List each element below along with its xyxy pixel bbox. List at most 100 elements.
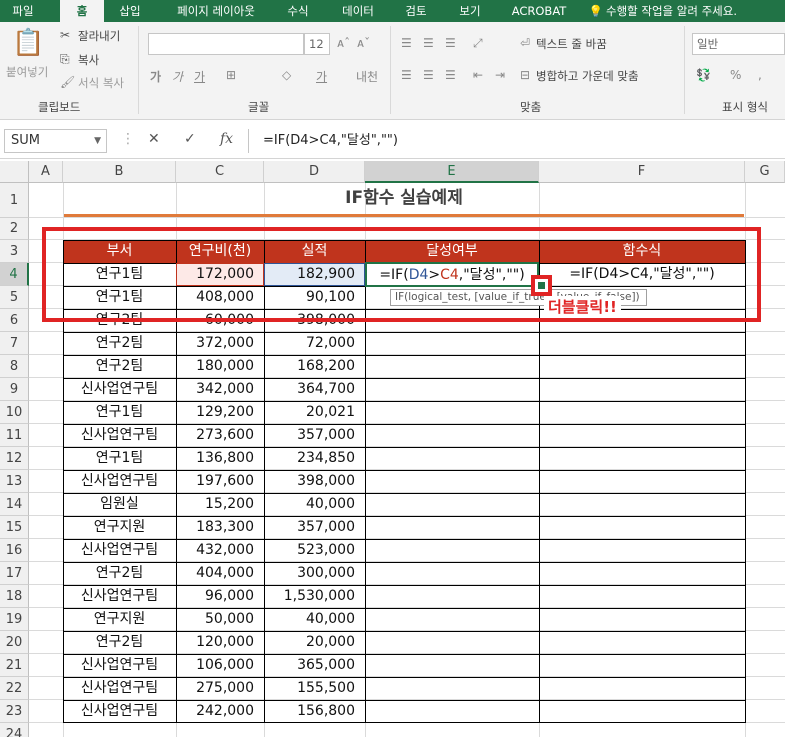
underline-icon[interactable]: 가 xyxy=(194,68,205,85)
column-header-f[interactable]: F xyxy=(539,161,745,183)
column-header-g[interactable]: G xyxy=(745,161,785,183)
cell-performance[interactable]: 40,000 xyxy=(264,493,365,515)
cell-achievement[interactable] xyxy=(365,700,539,722)
align-bottom-icon[interactable]: ☰ xyxy=(445,36,456,50)
cell-achievement[interactable] xyxy=(365,493,539,515)
cell-performance[interactable]: 40,000 xyxy=(264,608,365,630)
italic-icon[interactable]: 가 xyxy=(172,68,183,85)
align-top-icon[interactable]: ☰ xyxy=(401,36,412,50)
cell-performance[interactable]: 168,200 xyxy=(264,355,365,377)
fill-color-icon[interactable]: ◇ xyxy=(282,68,291,82)
cell-performance[interactable]: 155,500 xyxy=(264,677,365,699)
cell-performance[interactable]: 156,800 xyxy=(264,700,365,722)
orientation-icon[interactable]: ⤢ xyxy=(473,36,483,51)
cell-research-budget[interactable]: 342,000 xyxy=(176,378,264,400)
cell-performance[interactable]: 300,000 xyxy=(264,562,365,584)
cell-function[interactable] xyxy=(539,539,745,561)
cell-function[interactable] xyxy=(539,424,745,446)
cell-function[interactable] xyxy=(539,332,745,354)
cell-function[interactable] xyxy=(539,608,745,630)
cell-achievement[interactable] xyxy=(365,631,539,653)
column-header-a[interactable]: A xyxy=(29,161,63,183)
cell-achievement[interactable] xyxy=(365,332,539,354)
row-header-24[interactable]: 24 xyxy=(0,723,29,737)
cell-department[interactable]: 신사업연구팀 xyxy=(63,654,176,676)
cell-department[interactable]: 신사업연구팀 xyxy=(63,539,176,561)
cell-performance[interactable]: 398,000 xyxy=(264,470,365,492)
cell-department[interactable]: 신사업연구팀 xyxy=(63,585,176,607)
row-header-3[interactable]: 3 xyxy=(0,240,29,263)
cell-department[interactable]: 연구2팀 xyxy=(63,355,176,377)
cell-research-budget[interactable]: 242,000 xyxy=(176,700,264,722)
cell-achievement[interactable] xyxy=(365,608,539,630)
cell-function[interactable] xyxy=(539,493,745,515)
row-header-18[interactable]: 18 xyxy=(0,585,29,608)
cell-performance[interactable]: 20,000 xyxy=(264,631,365,653)
row-header-9[interactable]: 9 xyxy=(0,378,29,401)
cell-research-budget[interactable]: 273,600 xyxy=(176,424,264,446)
cell-department[interactable]: 연구2팀 xyxy=(63,332,176,354)
cell-department[interactable]: 연구지원 xyxy=(63,608,176,630)
cell-achievement[interactable] xyxy=(365,654,539,676)
merge-center-button[interactable]: 병합하고 가운데 맞춤 xyxy=(536,68,639,84)
cell-performance[interactable]: 364,700 xyxy=(264,378,365,400)
cell-function[interactable] xyxy=(539,378,745,400)
cell-performance[interactable]: 72,000 xyxy=(264,332,365,354)
cell-achievement[interactable] xyxy=(365,539,539,561)
column-header-c[interactable]: C xyxy=(176,161,264,183)
tab-acrobat[interactable]: ACROBAT xyxy=(506,0,572,22)
cell-achievement[interactable] xyxy=(365,401,539,423)
align-right-icon[interactable]: ☰ xyxy=(445,68,456,82)
cell-function[interactable] xyxy=(539,562,745,584)
row-header-6[interactable]: 6 xyxy=(0,309,29,332)
enter-icon[interactable]: ✓ xyxy=(184,131,196,147)
row-header-16[interactable]: 16 xyxy=(0,539,29,562)
cell-performance[interactable]: 357,000 xyxy=(264,424,365,446)
cell-research-budget[interactable]: 180,000 xyxy=(176,355,264,377)
grow-font-icon[interactable]: ᴀˆ xyxy=(337,36,350,50)
cell-research-budget[interactable]: 372,000 xyxy=(176,332,264,354)
wrap-text-button[interactable]: 텍스트 줄 바꿈 xyxy=(536,36,607,52)
row-header-19[interactable]: 19 xyxy=(0,608,29,631)
align-left-icon[interactable]: ☰ xyxy=(401,68,412,82)
row-header-20[interactable]: 20 xyxy=(0,631,29,654)
cell-research-budget[interactable]: 106,000 xyxy=(176,654,264,676)
row-header-4[interactable]: 4 xyxy=(0,263,29,286)
cell-function[interactable] xyxy=(539,654,745,676)
cell-research-budget[interactable]: 136,800 xyxy=(176,447,264,469)
cell-function[interactable] xyxy=(539,470,745,492)
row-header-8[interactable]: 8 xyxy=(0,355,29,378)
copy-button[interactable]: 복사 xyxy=(78,52,99,68)
tab-view[interactable]: 보기 xyxy=(452,0,488,22)
cell-research-budget[interactable]: 197,600 xyxy=(176,470,264,492)
cell-research-budget[interactable]: 50,000 xyxy=(176,608,264,630)
cell-department[interactable]: 연구2팀 xyxy=(63,562,176,584)
row-header-5[interactable]: 5 xyxy=(0,286,29,309)
name-box[interactable]: SUM ▼ xyxy=(4,129,107,153)
decrease-indent-icon[interactable]: ⇤ xyxy=(473,68,483,82)
chevron-down-icon[interactable]: ▼ xyxy=(94,130,101,152)
column-header-d[interactable]: D xyxy=(264,161,365,183)
cell-department[interactable]: 연구1팀 xyxy=(63,447,176,469)
cell-function[interactable] xyxy=(539,401,745,423)
cell-research-budget[interactable]: 183,300 xyxy=(176,516,264,538)
select-all-corner[interactable] xyxy=(0,161,29,183)
cell-achievement[interactable] xyxy=(365,677,539,699)
cell-achievement[interactable] xyxy=(365,562,539,584)
cell-department[interactable]: 연구지원 xyxy=(63,516,176,538)
cell-department[interactable]: 신사업연구팀 xyxy=(63,378,176,400)
bold-icon[interactable]: 가 xyxy=(150,68,161,85)
worksheet-grid[interactable]: A B C D E F G 1 2 3 4 5 6 7 8 9 10 11 12 13 14 15 16 17 1… xyxy=(0,161,785,737)
cell-department[interactable]: 연구2팀 xyxy=(63,631,176,653)
number-format-dropdown[interactable]: 일반 xyxy=(692,33,785,55)
align-center-icon[interactable]: ☰ xyxy=(423,68,434,82)
row-header-13[interactable]: 13 xyxy=(0,470,29,493)
tab-review[interactable]: 검토 xyxy=(398,0,434,22)
tab-home[interactable]: 홈 xyxy=(60,0,104,22)
cell-department[interactable]: 신사업연구팀 xyxy=(63,424,176,446)
comma-icon[interactable]: , xyxy=(758,68,762,82)
row-header-22[interactable]: 22 xyxy=(0,677,29,700)
cell-performance[interactable]: 234,850 xyxy=(264,447,365,469)
cell-department[interactable]: 신사업연구팀 xyxy=(63,470,176,492)
cell-performance[interactable]: 365,000 xyxy=(264,654,365,676)
